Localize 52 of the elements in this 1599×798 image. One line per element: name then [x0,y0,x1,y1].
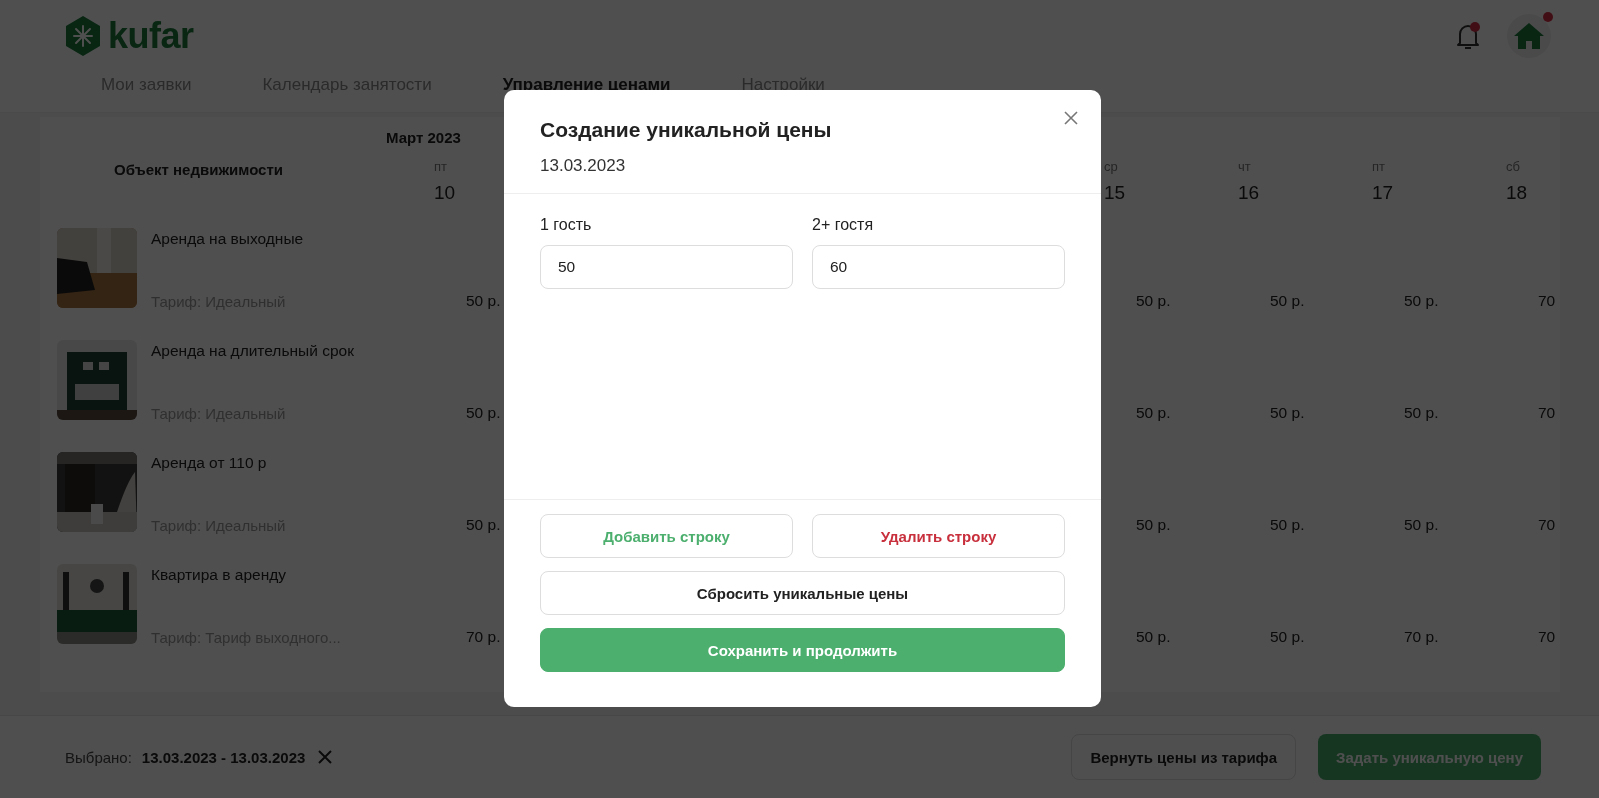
close-icon[interactable] [317,749,334,765]
dialog-title: Создание уникальной цены [540,118,833,142]
price-cell[interactable]: 50 р. [466,516,501,534]
price-cell[interactable]: 70 [1538,516,1556,534]
house-avatar[interactable] [1507,14,1551,58]
price-cell[interactable]: 50 р. [1270,404,1305,422]
price-cell[interactable]: 50 р. [466,404,501,422]
close-icon[interactable] [1063,110,1079,126]
price-cell[interactable]: 50 р. [1136,292,1171,310]
price-cell[interactable]: 50 р. [1136,404,1171,422]
day-number: 15 [1104,182,1126,204]
price-cell[interactable]: 50 р. [1136,516,1171,534]
day-number: 10 [434,182,456,204]
selected-range: 13.03.2023 - 13.03.2023 [141,748,306,766]
price-cell[interactable]: 70 [1538,404,1556,422]
month-label: Март 2023 [385,128,461,148]
reset-prices-button[interactable]: Вернуть цены из тарифа [1071,734,1297,780]
bell-icon[interactable] [1455,21,1481,51]
day-number: 17 [1372,182,1394,204]
price-cell[interactable]: 70 [1538,292,1556,310]
save-button[interactable]: Сохранить и продолжить [540,628,1065,672]
property-title[interactable]: Аренда на выходные [151,228,366,250]
price-cell[interactable]: 70 [1538,628,1556,646]
selected-label: Выбрано: [65,748,132,766]
day-number: 18 [1506,182,1528,204]
tab[interactable]: Управление ценами [502,75,671,95]
price-cell[interactable]: 50 р. [1136,628,1171,646]
price-cell[interactable]: 50 р. [466,292,501,310]
price-cell[interactable]: 50 р. [1404,404,1439,422]
price-cell[interactable]: 50 р. [1270,292,1305,310]
property-title[interactable]: Аренда от 110 р [151,452,366,474]
field-label: 2+ гостя [812,216,875,234]
price-cell[interactable]: 70 р. [1404,628,1439,646]
house-icon [1513,22,1545,50]
dialog-date: 13.03.2023 [540,156,627,176]
price-cell[interactable]: 50 р. [1270,516,1305,534]
logo-icon [64,15,102,57]
property-title[interactable]: Аренда на длительный срок [151,340,366,362]
price-input[interactable]: 60 [812,245,1065,289]
field-label: 1 гость [540,216,593,234]
price-cell[interactable]: 50 р. [1404,516,1439,534]
column-header: Объект недвижимости [114,161,284,178]
delete-row-button[interactable]: Удалить строку [812,514,1065,558]
day-number: 16 [1238,182,1260,204]
price-cell[interactable]: 50 р. [1404,292,1439,310]
property-title[interactable]: Квартира в аренду [151,564,366,586]
reset-button[interactable]: Сбросить уникальные цены [540,571,1065,615]
price-input[interactable]: 50 [540,245,793,289]
add-row-button[interactable]: Добавить строку [540,514,793,558]
price-cell[interactable]: 50 р. [1270,628,1305,646]
logo-text[interactable]: kufar [108,15,194,57]
price-cell[interactable]: 70 р. [466,628,501,646]
